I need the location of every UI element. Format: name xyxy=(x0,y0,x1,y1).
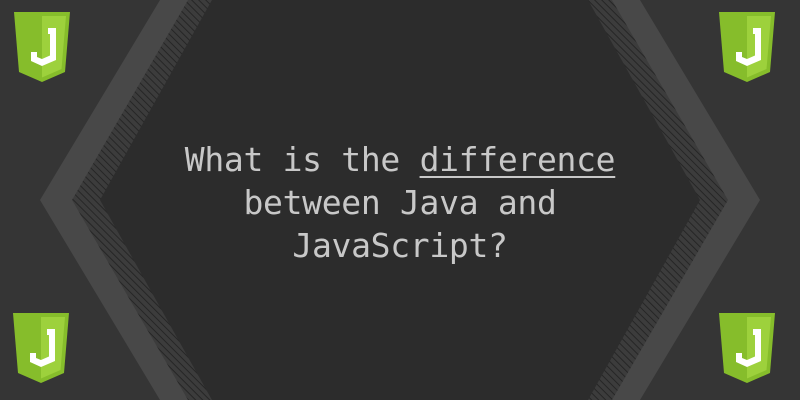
headline-line-1-text: What is the xyxy=(184,140,420,179)
javascript-shield-icon xyxy=(14,12,70,82)
headline-line-2: between Java and xyxy=(243,183,557,222)
banner: What is the difference between Java and … xyxy=(0,0,800,400)
javascript-shield-icon xyxy=(719,12,775,82)
javascript-shield-icon xyxy=(719,313,775,383)
headline-line-3: JavaScript? xyxy=(292,226,508,265)
headline: What is the difference between Java and … xyxy=(160,138,640,267)
javascript-shield-icon xyxy=(13,313,69,383)
headline-underlined-word: difference xyxy=(419,140,616,179)
headline-line-1: What is the difference xyxy=(160,138,640,181)
